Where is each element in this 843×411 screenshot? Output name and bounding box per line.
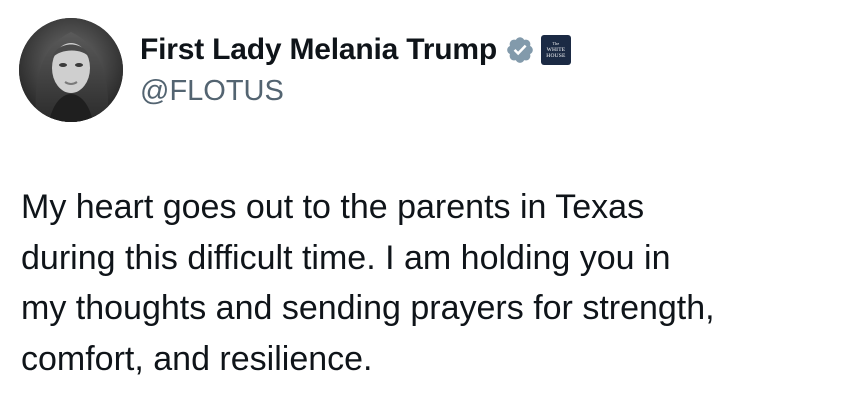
author-handle[interactable]: @FLOTUS — [140, 75, 284, 108]
tweet-text: My heart goes out to the parents in Texa… — [21, 182, 836, 384]
profile-photo-icon — [19, 18, 123, 122]
white-house-badge-icon[interactable]: The WHITE HOUSE — [540, 35, 571, 65]
tweet-text-line: comfort, and resilience. — [21, 339, 373, 378]
author-name-row: First Lady Melania Trump The WHITE HOUSE — [140, 30, 571, 70]
display-name[interactable]: First Lady Melania Trump — [140, 33, 497, 67]
tweet-card: First Lady Melania Trump The WHITE HOUSE… — [0, 0, 843, 411]
tweet-text-line: My heart goes out to the parents in Texa… — [21, 188, 645, 226]
affiliation-badge-line2: HOUSE — [546, 53, 566, 59]
tweet-text-line: during this difficult time. I am holding… — [21, 238, 671, 277]
tweet-text-line: my thoughts and sending prayers for stre… — [21, 289, 715, 327]
verified-badge-icon[interactable] — [505, 35, 535, 65]
avatar[interactable] — [19, 18, 123, 122]
